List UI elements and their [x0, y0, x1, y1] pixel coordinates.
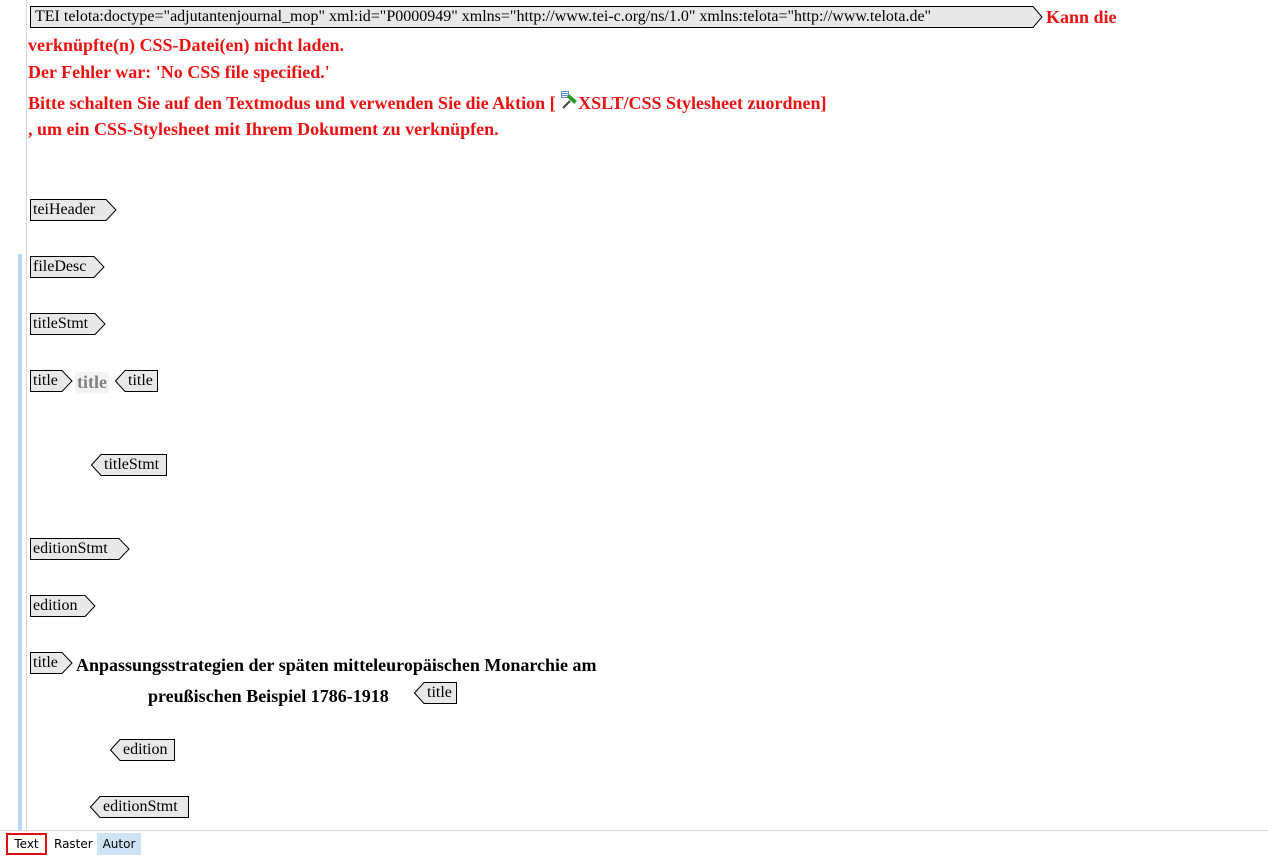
tag-titleStmt-close[interactable]: titleStmt	[91, 454, 167, 476]
tag-label: title	[33, 654, 58, 671]
tag-label: fileDesc	[33, 258, 87, 275]
title-content-line-2[interactable]: preußischen Beispiel 1786-1918	[148, 686, 389, 707]
tab-autor[interactable]: Autor	[97, 833, 141, 855]
tag-label: edition	[33, 597, 78, 614]
tag-editionStmt-close[interactable]: editionStmt	[90, 796, 189, 818]
error-action-link[interactable]: XSLT/CSS Stylesheet zuordnen]	[578, 93, 826, 113]
tag-label: editionStmt	[33, 540, 108, 557]
tag-fileDesc-open[interactable]: fileDesc	[30, 256, 105, 278]
editor-left-rule	[26, 0, 27, 830]
root-tag-label: TEI telota:doctype="adjutantenjournal_mo…	[35, 8, 932, 25]
tag-label: teiHeader	[33, 201, 96, 218]
tag-label: title	[128, 372, 153, 389]
tag-edition-close[interactable]: edition	[110, 739, 175, 761]
tag-label: titleStmt	[33, 315, 89, 332]
root-tei-tag[interactable]: TEI telota:doctype="adjutantenjournal_mo…	[30, 6, 1043, 28]
error-line-2: verknüpfte(n) CSS-Datei(en) nicht laden.	[28, 35, 345, 55]
tag-title2-close[interactable]: title	[414, 682, 457, 704]
tag-teiHeader-open[interactable]: teiHeader	[30, 199, 117, 221]
tag-label: edition	[123, 741, 168, 758]
error-line-3: Der Fehler war: 'No CSS file specified.'	[28, 62, 330, 82]
tag-label: title	[427, 684, 452, 701]
tag-titleStmt-open[interactable]: titleStmt	[30, 313, 106, 335]
error-line-4: Bitte schalten Sie auf den Textmodus und…	[28, 91, 826, 114]
tag-label: titleStmt	[104, 456, 160, 473]
tag-label: editionStmt	[103, 798, 178, 815]
error-line-1: Kann die	[1046, 7, 1117, 27]
author-editor[interactable]: TEI telota:doctype="adjutantenjournal_mo…	[0, 0, 1268, 830]
tag-title-open[interactable]: title	[30, 370, 73, 392]
tag-edition-open[interactable]: edition	[30, 595, 96, 617]
title-content-line-1[interactable]: Anpassungsstrategien der späten mitteleu…	[76, 655, 597, 676]
tab-raster[interactable]: Raster	[49, 833, 95, 855]
editor-mode-tabbar: Text Raster Autor	[0, 830, 1268, 862]
tab-text[interactable]: Text	[6, 833, 47, 855]
error-line-5: , um ein CSS-Stylesheet mit Ihrem Dokume…	[28, 119, 499, 139]
tag-label: title	[33, 372, 58, 389]
tag-title-close[interactable]: title	[115, 370, 158, 392]
tag-title2-open[interactable]: title	[30, 652, 73, 674]
tag-editionStmt-open[interactable]: editionStmt	[30, 538, 130, 560]
stylesheet-pin-icon	[560, 91, 578, 109]
selection-marker-bar	[18, 254, 22, 830]
error-line-4-prefix: Bitte schalten Sie auf den Textmodus und…	[28, 93, 556, 113]
title-placeholder[interactable]: title	[75, 372, 109, 393]
